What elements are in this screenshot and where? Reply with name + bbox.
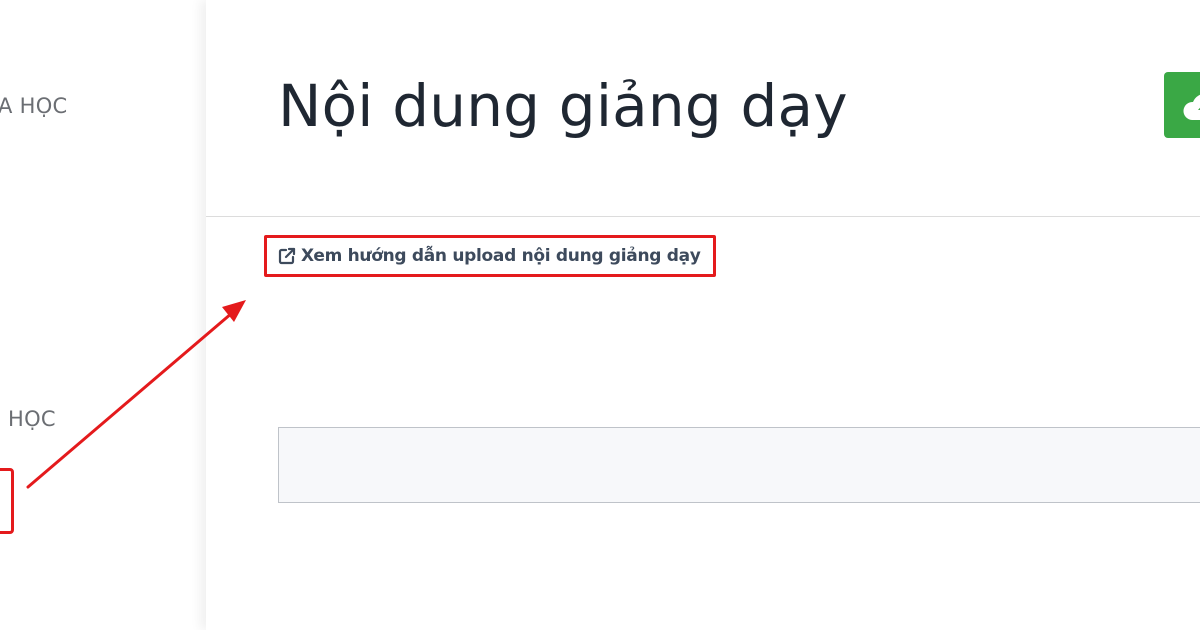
upload-guide-link[interactable]: Xem hướng dẫn upload nội dung giảng dạy <box>264 235 716 277</box>
sidebar: A HỌC HỌC <box>0 0 206 630</box>
upload-content-area[interactable] <box>278 427 1200 503</box>
cloud-upload-icon <box>1183 94 1200 120</box>
page-title: Nội dung giảng dạy <box>278 72 848 140</box>
upload-guide-link-label: Xem hướng dẫn upload nội dung giảng dạy <box>301 246 701 266</box>
main-panel: Nội dung giảng dạy Xem hướng dẫn upload … <box>206 0 1200 630</box>
external-link-icon <box>278 247 296 265</box>
header-divider <box>206 216 1200 217</box>
sidebar-item-lesson[interactable]: HỌC <box>8 407 56 431</box>
sidebar-highlight-box <box>0 468 14 534</box>
upload-button[interactable] <box>1164 72 1200 138</box>
sidebar-item-course[interactable]: A HỌC <box>0 94 68 118</box>
